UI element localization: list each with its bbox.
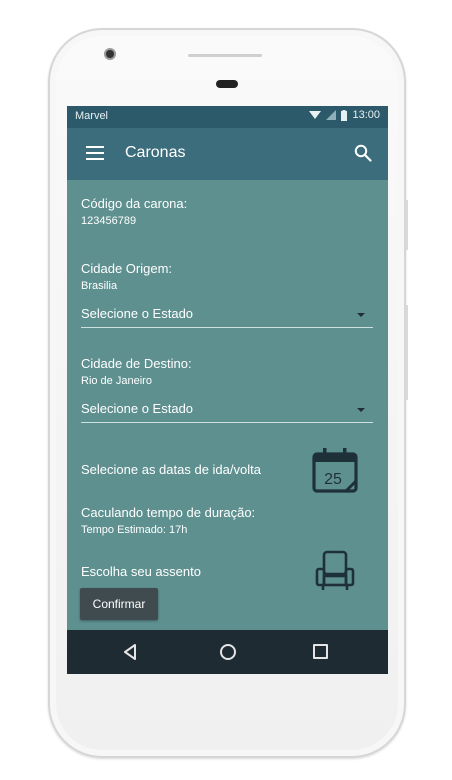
chevron-down-icon [357,408,365,412]
duration-label: Caculando tempo de duração: [81,505,256,520]
app-bar: Caronas [67,128,388,180]
destination-state-select[interactable]: Selecione o Estado [81,398,373,423]
wifi-icon [309,111,322,119]
ride-code-value: 123456789 [81,215,137,227]
home-icon[interactable] [220,644,236,660]
battery-icon [341,109,348,121]
destination-city-value: Rio de Janeiro [81,375,152,387]
seat-icon[interactable] [315,550,355,592]
confirm-button[interactable]: Confirmar [80,588,158,620]
chevron-down-icon [357,313,365,317]
speaker-grille [188,54,262,57]
calendar-icon[interactable]: 25 [311,446,359,494]
seat-label: Escolha seu assento [81,564,201,579]
status-bar: Marvel 13:00 [67,106,388,128]
back-icon[interactable] [122,643,138,661]
destination-state-select-text: Selecione o Estado [81,401,194,416]
recents-icon[interactable] [313,644,328,659]
status-time: 13:00 [352,109,380,121]
origin-city-value: Brasilia [81,280,118,292]
phone-side-button-bottom [405,305,408,400]
dates-label: Selecione as datas de ida/volta [81,462,261,477]
origin-state-select[interactable]: Selecione o Estado [81,303,373,328]
navigation-bar [67,630,388,674]
origin-city-label: Cidade Origem: [81,261,173,276]
calendar-day: 25 [324,471,342,488]
earpiece [216,80,238,88]
destination-city-label: Cidade de Destino: [81,356,192,371]
page-title: Caronas [125,144,186,161]
front-camera [104,48,116,60]
phone-side-button-top [405,200,408,250]
signal-icon [326,110,337,120]
phone-screen: Marvel 13:00 Caronas Código da carona: 1… [67,106,388,674]
duration-value: Tempo Estimado: 17h [81,524,188,536]
status-icons: 13:00 [309,109,380,121]
carrier-name: Marvel [75,110,109,122]
ride-code-label: Código da carona: [81,196,188,211]
menu-icon[interactable] [86,146,104,160]
origin-state-select-text: Selecione o Estado [81,306,194,321]
search-icon[interactable] [354,144,372,162]
ride-form: Código da carona: 123456789 Cidade Orige… [67,180,388,630]
